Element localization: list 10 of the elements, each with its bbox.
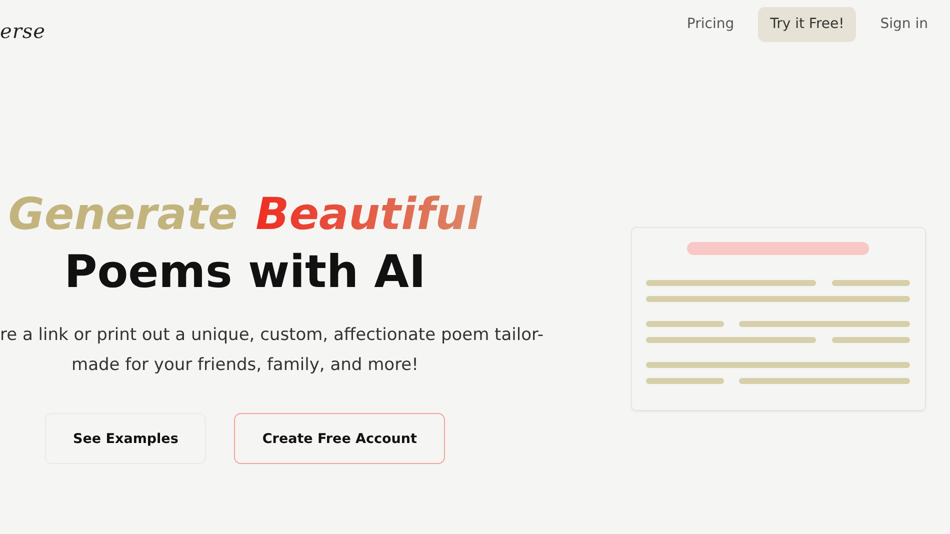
logo[interactable]: erse bbox=[0, 19, 46, 43]
nav-link[interactable]: Sign in bbox=[880, 16, 928, 32]
headline: Poems with AI bbox=[64, 244, 426, 300]
description-line: made for your friends, family, and more! bbox=[72, 354, 418, 377]
try-free-button[interactable]: Try it Free! bbox=[758, 6, 856, 42]
examples-button[interactable]: See Examples bbox=[45, 413, 206, 464]
create-account-button[interactable]: Create Free Account bbox=[234, 413, 445, 464]
description-line: re a link or print out a unique, custom, affectionate poem tailor- bbox=[0, 324, 544, 347]
headline-word: Generate bbox=[8, 188, 238, 242]
nav-link[interactable]: Pricing bbox=[686, 16, 734, 32]
